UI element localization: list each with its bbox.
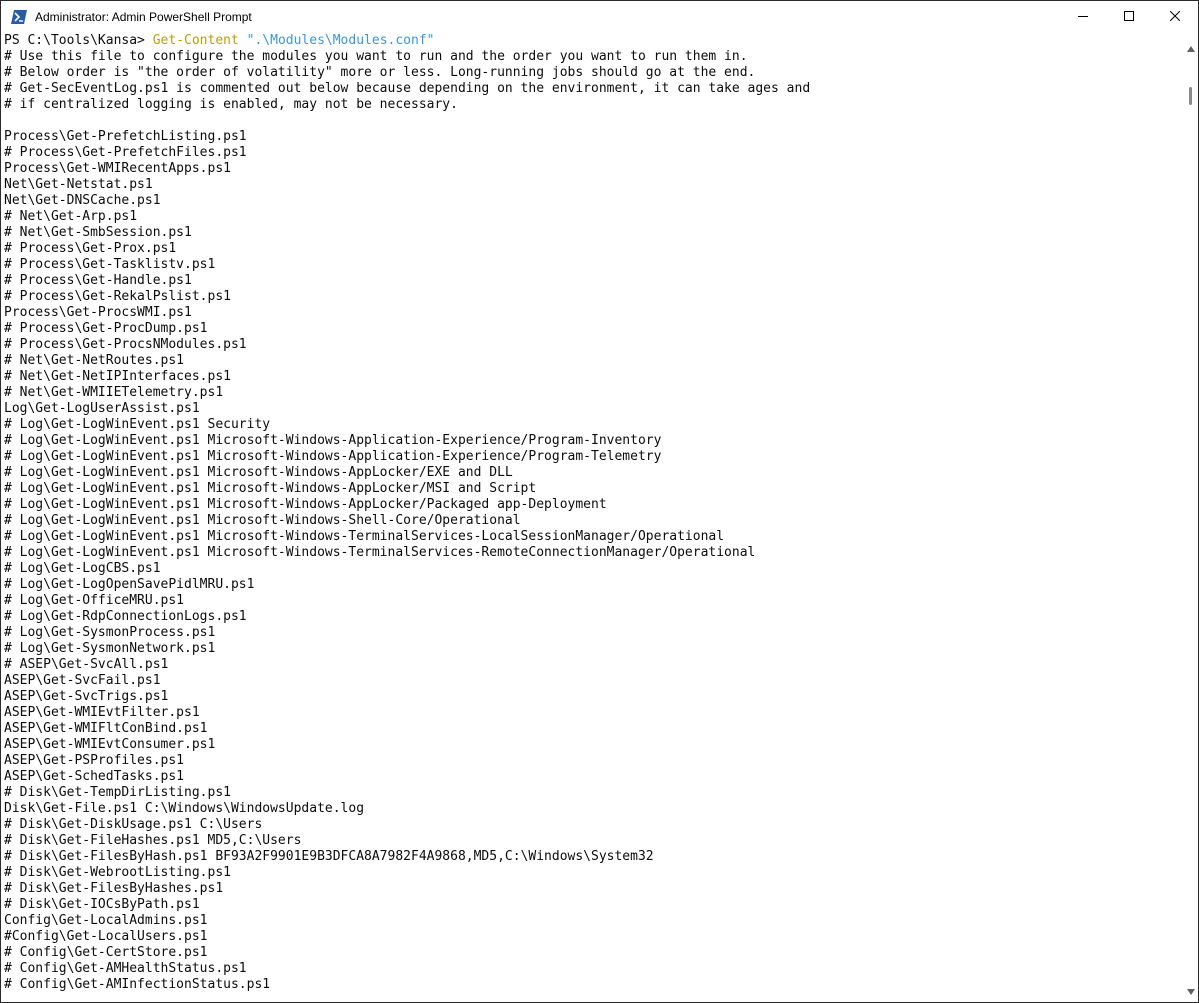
- minimize-button[interactable]: [1060, 1, 1106, 33]
- vertical-scrollbar[interactable]: [1184, 33, 1198, 1002]
- console-line: ASEP\Get-PSProfiles.ps1: [4, 753, 185, 768]
- console-line: # Use this file to configure the modules…: [4, 49, 748, 64]
- window-controls: [1060, 1, 1198, 33]
- close-icon: [1169, 8, 1181, 26]
- console-line: # if centralized logging is enabled, may…: [4, 97, 458, 112]
- window-title: Administrator: Admin PowerShell Prompt: [35, 10, 252, 24]
- powershell-icon: [11, 9, 27, 25]
- command-text: Get-Content: [152, 33, 239, 48]
- console-line: # Disk\Get-WebrootListing.ps1: [4, 865, 231, 880]
- console-line: # Process\Get-Prox.ps1: [4, 241, 177, 256]
- console-line: # Disk\Get-FilesByHash.ps1 BF93A2F9901E9…: [4, 849, 654, 864]
- console-line: # Net\Get-NetRoutes.ps1: [4, 353, 185, 368]
- console-line: # Log\Get-SysmonNetwork.ps1: [4, 641, 216, 656]
- console-line: # Process\Get-Handle.ps1: [4, 273, 192, 288]
- console-line: Process\Get-PrefetchListing.ps1: [4, 129, 247, 144]
- console-output[interactable]: PS C:\Tools\Kansa> Get-Content ".\Module…: [1, 33, 1184, 1002]
- console-line: Process\Get-ProcsWMI.ps1: [4, 305, 192, 320]
- console-line: # Log\Get-LogWinEvent.ps1 Microsoft-Wind…: [4, 497, 607, 512]
- console-line: # Disk\Get-TempDirListing.ps1: [4, 785, 231, 800]
- console-line: # Log\Get-LogWinEvent.ps1 Microsoft-Wind…: [4, 433, 662, 448]
- scroll-thumb[interactable]: [1189, 87, 1192, 105]
- console-line: ASEP\Get-SvcFail.ps1: [4, 673, 161, 688]
- console-line: # Log\Get-SysmonProcess.ps1: [4, 625, 216, 640]
- caret-up-icon: [1187, 39, 1195, 57]
- console-line: # Net\Get-WMIIETelemetry.ps1: [4, 385, 224, 400]
- close-button[interactable]: [1152, 1, 1198, 33]
- console-line: # Net\Get-NetIPInterfaces.ps1: [4, 369, 231, 384]
- title-bar[interactable]: Administrator: Admin PowerShell Prompt: [1, 1, 1198, 33]
- console-line: ASEP\Get-WMIEvtConsumer.ps1: [4, 737, 216, 752]
- console-line: # Get-SecEventLog.ps1 is commented out b…: [4, 81, 811, 96]
- maximize-button[interactable]: [1106, 1, 1152, 33]
- console-line: # Process\Get-PrefetchFiles.ps1: [4, 145, 247, 160]
- console-line: Config\Get-LocalAdmins.ps1: [4, 913, 208, 928]
- caret-down-icon: [1187, 982, 1195, 1000]
- console-line: ASEP\Get-SvcTrigs.ps1: [4, 689, 169, 704]
- console-line: ASEP\Get-WMIEvtFilter.ps1: [4, 705, 200, 720]
- output-lines: # Use this file to configure the modules…: [4, 49, 1184, 993]
- console-line: # Log\Get-LogWinEvent.ps1 Microsoft-Wind…: [4, 481, 537, 496]
- scroll-down-arrow[interactable]: [1184, 984, 1198, 998]
- console-line: # Log\Get-LogWinEvent.ps1 Microsoft-Wind…: [4, 513, 521, 528]
- console-line: # Disk\Get-DiskUsage.ps1 C:\Users: [4, 817, 263, 832]
- command-argument: ".\Modules\Modules.conf": [246, 33, 435, 48]
- console-line: # Disk\Get-FilesByHashes.ps1: [4, 881, 224, 896]
- console-line: Process\Get-WMIRecentApps.ps1: [4, 161, 231, 176]
- console-line: # Log\Get-LogWinEvent.ps1 Microsoft-Wind…: [4, 449, 662, 464]
- scroll-up-arrow[interactable]: [1184, 41, 1198, 55]
- console-line: # Config\Get-AMHealthStatus.ps1: [4, 961, 247, 976]
- console-line: # Log\Get-LogWinEvent.ps1 Microsoft-Wind…: [4, 465, 513, 480]
- console-line: # Log\Get-LogWinEvent.ps1 Security: [4, 417, 271, 432]
- prompt-text: PS C:\Tools\Kansa>: [4, 33, 153, 48]
- console-line: # Disk\Get-IOCsByPath.ps1: [4, 897, 200, 912]
- maximize-icon: [1124, 8, 1134, 26]
- console-line: # Process\Get-RekalPslist.ps1: [4, 289, 231, 304]
- console-line: Log\Get-LogUserAssist.ps1: [4, 401, 200, 416]
- powershell-window: Administrator: Admin PowerShell Prompt P…: [0, 0, 1199, 1003]
- console-line: # Log\Get-LogWinEvent.ps1 Microsoft-Wind…: [4, 545, 756, 560]
- console-line: ASEP\Get-WMIFltConBind.ps1: [4, 721, 208, 736]
- console-line: # Config\Get-AMInfectionStatus.ps1: [4, 977, 271, 992]
- console-line: # Net\Get-Arp.ps1: [4, 209, 138, 224]
- console-line: # Process\Get-ProcsNModules.ps1: [4, 337, 247, 352]
- console-line: # Config\Get-CertStore.ps1: [4, 945, 208, 960]
- prompt-line: PS C:\Tools\Kansa> Get-Content ".\Module…: [4, 33, 1184, 49]
- console-line: # Log\Get-RdpConnectionLogs.ps1: [4, 609, 247, 624]
- console-line: # Log\Get-LogWinEvent.ps1 Microsoft-Wind…: [4, 529, 725, 544]
- console-line: # Process\Get-Tasklistv.ps1: [4, 257, 216, 272]
- console-line: # Below order is "the order of volatilit…: [4, 65, 756, 80]
- console-line: # Log\Get-OfficeMRU.ps1: [4, 593, 185, 608]
- console-line: # Net\Get-SmbSession.ps1: [4, 225, 192, 240]
- console-line: Net\Get-DNSCache.ps1: [4, 193, 161, 208]
- console-line: #Config\Get-LocalUsers.ps1: [4, 929, 208, 944]
- console-line: # Log\Get-LogCBS.ps1: [4, 561, 161, 576]
- console-line: Net\Get-Netstat.ps1: [4, 177, 153, 192]
- console-line: # ASEP\Get-SvcAll.ps1: [4, 657, 169, 672]
- console-line: # Disk\Get-FileHashes.ps1 MD5,C:\Users: [4, 833, 302, 848]
- console-line: # Log\Get-LogOpenSavePidlMRU.ps1: [4, 577, 255, 592]
- minimize-icon: [1078, 8, 1088, 26]
- console-line: # Process\Get-ProcDump.ps1: [4, 321, 208, 336]
- console-line: Disk\Get-File.ps1 C:\Windows\WindowsUpda…: [4, 801, 365, 816]
- console-line: ASEP\Get-SchedTasks.ps1: [4, 769, 185, 784]
